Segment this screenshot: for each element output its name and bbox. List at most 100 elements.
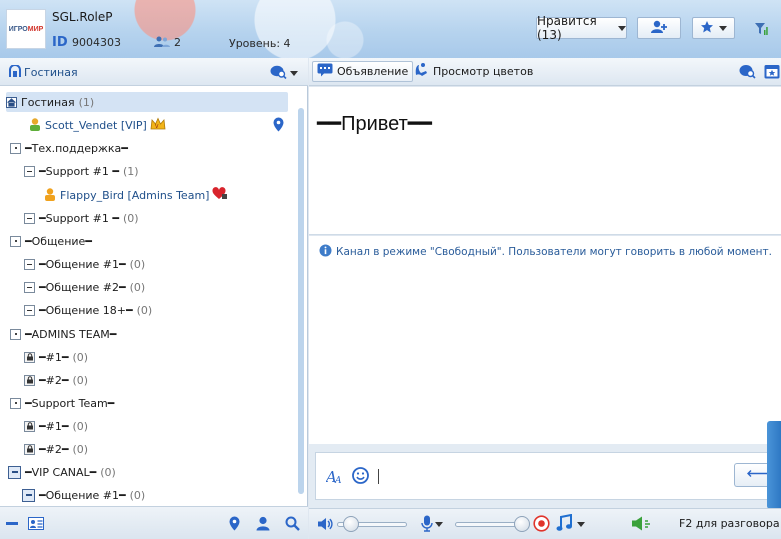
tree-item-count: (0) [129, 280, 146, 294]
calendar-icon[interactable] [764, 63, 780, 82]
tree-user-flappy[interactable]: Flappy_Bird [Admins Team] [43, 185, 228, 205]
likes-button[interactable]: Нравится (13) [536, 14, 627, 42]
expanded-box-icon[interactable] [24, 212, 35, 224]
location-pin-icon[interactable] [273, 117, 284, 135]
tree-room-lobby[interactable]: Гостиная (1) [6, 92, 288, 112]
favorites-button[interactable] [692, 17, 735, 39]
add-friend-button[interactable] [637, 17, 681, 39]
side-panel-handle[interactable] [767, 421, 781, 509]
font-style-icon[interactable]: AA [324, 467, 344, 488]
tree-channel[interactable]: ━Общение #2━ (0) [24, 277, 145, 297]
tree-item-label: ━Общение #1━ [39, 257, 126, 271]
tree-locked-channel[interactable]: ━#2━ (0) [24, 439, 88, 459]
tree-group-vip[interactable]: ━VIP CANAL━ (0) [8, 462, 116, 482]
user-avatar-icon [28, 117, 42, 134]
tree-scrollbar-thumb[interactable] [298, 108, 304, 494]
search-chat-icon [270, 65, 287, 82]
tree-group-support-team[interactable]: ━Support Team━ [10, 393, 114, 413]
tree-item-label: ━ADMINS TEAM━ [25, 327, 117, 341]
push-to-talk-icon[interactable] [631, 515, 653, 535]
tree-item-count: (0) [129, 488, 146, 502]
current-room-name[interactable]: Гостиная [24, 66, 78, 79]
room-logo[interactable]: ИГРО МИР [6, 9, 46, 49]
chevron-down-icon [618, 25, 626, 31]
vip-channel-icon[interactable] [8, 465, 21, 479]
collapsed-box-icon[interactable] [10, 235, 21, 247]
tree-item-label: Scott_Vendet [VIP] [45, 118, 147, 132]
music-icon[interactable] [556, 513, 572, 535]
collapse-all-icon[interactable] [6, 522, 18, 525]
expanded-box-icon[interactable] [24, 258, 35, 270]
announcement-icon [317, 63, 333, 80]
microphone-icon[interactable] [421, 515, 433, 535]
tree-item-label: ━#2━ [39, 373, 69, 387]
flower-hand-icon [413, 62, 429, 81]
room-toolbar: Гостиная [0, 58, 308, 86]
collapsed-box-icon[interactable] [10, 142, 21, 154]
mic-level-slider-knob[interactable] [513, 516, 530, 532]
tree-item-count: (0) [72, 442, 89, 456]
user-icon[interactable] [256, 516, 270, 534]
tree-item-label: Гостиная [21, 95, 75, 109]
tree-channel[interactable]: ━Общение #1━ (0) [22, 485, 145, 505]
chevron-down-icon [290, 71, 298, 76]
tab-flowers[interactable]: Просмотр цветов [409, 61, 537, 82]
expanded-box-icon[interactable] [24, 304, 35, 316]
lock-icon [24, 443, 35, 455]
tree-item-count: (0) [72, 419, 89, 433]
tree-locked-channel[interactable]: ━#1━ (0) [24, 347, 88, 367]
tree-channel[interactable]: ━Общение #1━ (0) [24, 254, 145, 274]
tree-item-count: (0) [129, 257, 146, 271]
tree-group-support[interactable]: ━Тех.поддержка━ [10, 138, 128, 158]
filter-signal-icon[interactable] [754, 22, 768, 39]
chevron-down-icon[interactable] [435, 522, 443, 527]
heart-icon [212, 187, 228, 203]
user-card-icon[interactable] [28, 517, 44, 533]
svg-text:A: A [334, 476, 342, 485]
message-input[interactable]: AA [315, 452, 781, 500]
home-icon [6, 96, 17, 108]
tree-locked-channel[interactable]: ━#2━ (0) [24, 370, 88, 390]
tree-channel[interactable]: ━Общение 18+━ (0) [24, 300, 152, 320]
location-pin-icon[interactable] [229, 516, 240, 534]
tree-item-count: (0) [100, 465, 116, 479]
expanded-box-icon[interactable] [24, 165, 35, 177]
header: ИГРО МИР SGL.RoleP ID 9004303 2 Уровень: … [0, 0, 781, 58]
tree-group-admins[interactable]: ━ADMINS TEAM━ [10, 324, 116, 344]
speaker-icon[interactable] [317, 516, 333, 535]
online-count: 2 [174, 36, 181, 49]
tree-channel[interactable]: ━Support #1 ━ (1) [24, 161, 139, 181]
tree-locked-channel[interactable]: ━#1━ (0) [24, 416, 88, 436]
tree-item-label: ━Тех.поддержка━ [25, 141, 128, 155]
tree-item-count: (1) [122, 164, 139, 178]
content-toolbar: Объявление Просмотр цветов [309, 58, 781, 86]
tree-group-chat[interactable]: ━Общение━ [10, 231, 92, 251]
user-level: Уровень: 4 [229, 37, 291, 50]
emoji-icon[interactable] [352, 467, 369, 487]
tree-item-count: (0) [72, 350, 89, 364]
mic-level-slider[interactable] [455, 522, 523, 527]
add-user-icon [650, 20, 668, 37]
record-icon[interactable] [533, 515, 550, 535]
chat-log: Канал в режиме "Свободный". Пользователи… [309, 236, 781, 444]
tree-item-label: ━Общение #2━ [39, 280, 126, 294]
collapsed-box-icon[interactable] [10, 397, 21, 409]
search-icon[interactable] [285, 516, 300, 534]
room-tree-panel: Гостиная Гостиная (1) Scott_Vendet [VIP]… [0, 58, 308, 539]
expanded-box-icon[interactable] [24, 281, 35, 293]
chevron-down-icon[interactable] [577, 522, 585, 527]
tree-user-scott[interactable]: Scott_Vendet [VIP] V [28, 115, 290, 135]
info-icon [319, 244, 332, 260]
volume-slider-knob[interactable] [343, 516, 359, 532]
likes-label: Нравится (13) [537, 14, 597, 42]
chat-search-icon[interactable] [739, 64, 756, 82]
tree-channel[interactable]: ━Support #1 ━ (0) [24, 208, 139, 228]
logo-text-1: ИГРО [8, 25, 28, 33]
tree-item-label: ━Общение 18+━ [39, 303, 133, 317]
room-search-button[interactable] [270, 65, 298, 82]
tab-announcement[interactable]: Объявление [312, 61, 414, 82]
nickname: SGL.RoleP [52, 10, 113, 24]
collapsed-box-icon[interactable] [10, 328, 21, 340]
vip-channel-icon[interactable] [22, 488, 35, 502]
tree-item-count: (1) [78, 95, 95, 109]
